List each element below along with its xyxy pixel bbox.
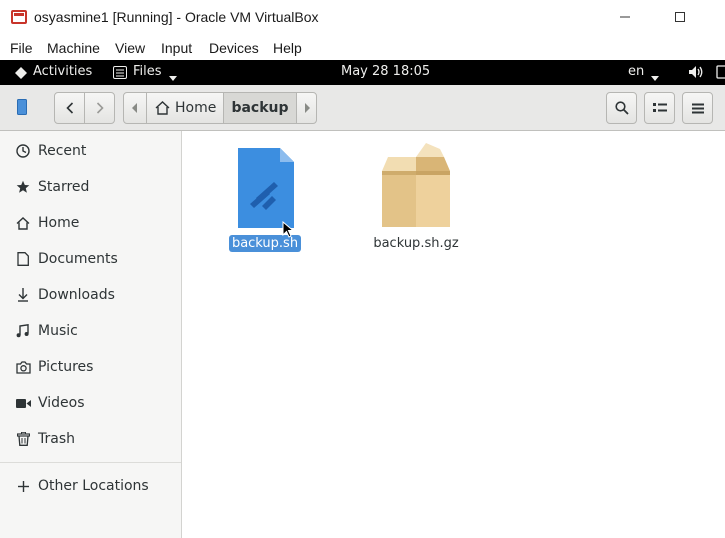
path-current-button[interactable]: backup — [224, 93, 296, 123]
virtualbox-menu-bar: File Machine View Input Devices Help — [0, 35, 725, 60]
sidebar-item-videos[interactable]: Videos — [0, 389, 181, 417]
menu-input[interactable]: Input — [161, 40, 192, 56]
files-header-bar: Home backup — [0, 85, 725, 131]
sidebar-item-label: Starred — [38, 179, 90, 195]
menu-machine[interactable]: Machine — [47, 40, 100, 56]
path-current-label: backup — [231, 100, 289, 116]
sidebar-item-recent[interactable]: Recent — [0, 137, 181, 165]
forward-button[interactable] — [84, 92, 115, 124]
sidebar-divider — [0, 462, 181, 463]
file-name: backup.sh.gz — [373, 236, 459, 251]
app-menu-button[interactable]: Files — [133, 64, 162, 79]
gnome-top-bar: Activities Files May 28 18:05 en — [0, 60, 725, 85]
path-home-label: Home — [175, 100, 217, 116]
files-app-icon — [113, 66, 127, 79]
sidebar-item-label: Videos — [38, 395, 85, 411]
sidebar-item-trash[interactable]: Trash — [0, 425, 181, 453]
path-scroll-right-button[interactable] — [297, 93, 316, 123]
home-icon — [155, 101, 170, 115]
sidebar-item-documents[interactable]: Documents — [0, 245, 181, 273]
script-file-icon — [238, 148, 294, 228]
sidebar-item-starred[interactable]: Starred — [0, 173, 181, 201]
search-icon — [614, 101, 629, 115]
menu-view[interactable]: View — [115, 40, 145, 56]
sidebar-item-music[interactable]: Music — [0, 317, 181, 345]
plus-icon — [15, 478, 31, 494]
sidebar-item-label: Recent — [38, 143, 87, 159]
sidebar-item-label: Documents — [38, 251, 118, 267]
path-left-arrow-icon — [132, 103, 137, 113]
chevron-right-icon — [96, 102, 104, 114]
list-view-icon — [652, 103, 667, 112]
places-sidebar: Recent Starred Home Documents Downloads … — [0, 131, 182, 538]
app-menu-dropdown-icon — [169, 70, 177, 85]
clock[interactable]: May 28 18:05 — [341, 64, 430, 79]
sidebar-item-label: Music — [38, 323, 78, 339]
sidebar-item-downloads[interactable]: Downloads — [0, 281, 181, 309]
sidebar-item-other-locations[interactable]: Other Locations — [0, 472, 181, 500]
home-icon — [15, 215, 31, 231]
minimize-icon — [620, 16, 630, 18]
network-icon[interactable] — [716, 65, 725, 83]
clock-icon — [15, 143, 31, 159]
file-view: backup.sh backup.sh.gz — [182, 131, 725, 538]
sidebar-item-label: Home — [38, 215, 80, 231]
window-title: osyasmine1 [Running] - Oracle VM Virtual… — [34, 9, 319, 25]
download-icon — [15, 287, 31, 303]
input-source-dropdown-icon — [651, 70, 659, 85]
minimize-button[interactable] — [612, 6, 638, 28]
archive-file-icon — [382, 143, 450, 227]
sidebar-item-label: Downloads — [38, 287, 115, 303]
video-icon — [15, 395, 31, 411]
sidebar-item-label: Trash — [38, 431, 75, 447]
window-title-bar: osyasmine1 [Running] - Oracle VM Virtual… — [0, 0, 725, 35]
sidebar-toggle-icon[interactable] — [17, 99, 27, 119]
path-bar: Home backup — [123, 92, 317, 124]
trash-icon — [15, 431, 31, 447]
activities-icon — [14, 66, 28, 80]
menu-devices[interactable]: Devices — [209, 40, 259, 56]
music-icon — [15, 323, 31, 339]
input-source-button[interactable]: en — [628, 64, 644, 79]
maximize-button[interactable] — [667, 6, 693, 28]
sidebar-item-label: Other Locations — [38, 478, 149, 494]
menu-button[interactable] — [682, 92, 713, 124]
mouse-cursor-icon — [282, 221, 294, 238]
path-right-arrow-icon — [305, 103, 310, 113]
path-scroll-left-button[interactable] — [124, 93, 146, 123]
menu-help[interactable]: Help — [273, 40, 302, 56]
activities-button[interactable]: Activities — [33, 64, 92, 79]
sidebar-item-label: Pictures — [38, 359, 94, 375]
back-button[interactable] — [54, 92, 85, 124]
camera-icon — [15, 359, 31, 375]
view-options-button[interactable] — [644, 92, 675, 124]
document-icon — [15, 251, 31, 267]
file-item[interactable]: backup.sh.gz — [370, 143, 462, 252]
menu-file[interactable]: File — [10, 40, 33, 56]
path-home-button[interactable]: Home — [147, 93, 222, 123]
search-button[interactable] — [606, 92, 637, 124]
hamburger-icon — [691, 103, 704, 113]
sidebar-item-pictures[interactable]: Pictures — [0, 353, 181, 381]
volume-icon[interactable] — [688, 65, 704, 83]
virtualbox-icon — [11, 10, 27, 24]
maximize-icon — [675, 12, 685, 22]
sidebar-item-home[interactable]: Home — [0, 209, 181, 237]
chevron-left-icon — [65, 102, 73, 114]
star-icon — [15, 179, 31, 195]
